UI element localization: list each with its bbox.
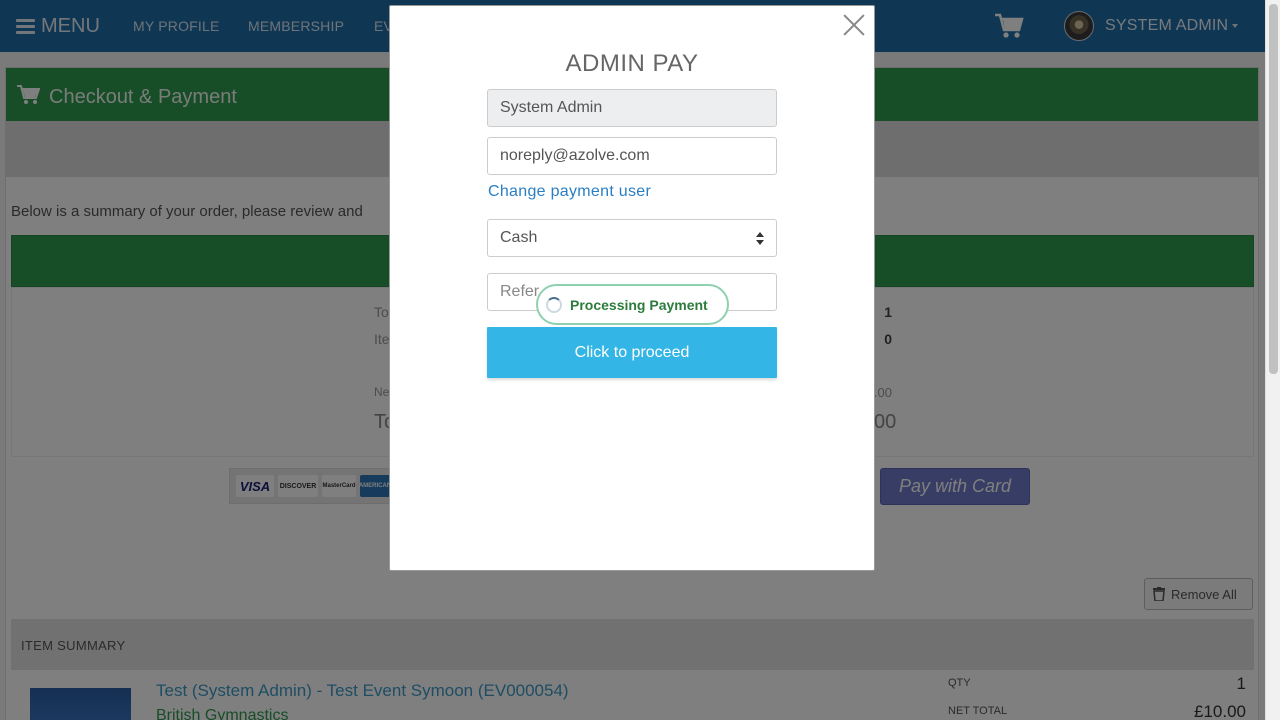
admin-pay-modal: ADMIN PAY System Admin noreply@azolve.co… [389, 5, 875, 571]
proceed-button[interactable]: Click to proceed [487, 327, 777, 378]
payer-email-value: noreply@azolve.com [500, 147, 650, 164]
payment-method-value: Cash [500, 229, 538, 246]
close-icon[interactable] [842, 13, 866, 37]
payment-method-select[interactable]: Cash [487, 219, 777, 257]
reference-placeholder: Refer [500, 283, 540, 300]
payer-name-value: System Admin [500, 99, 603, 116]
change-payment-user-link[interactable]: Change payment user [488, 183, 651, 201]
page-scrollbar[interactable] [1265, 0, 1280, 720]
modal-title: ADMIN PAY [565, 50, 699, 77]
payer-email-field[interactable]: noreply@azolve.com [487, 137, 777, 175]
scrollbar-thumb[interactable] [1269, 4, 1278, 374]
processing-label: Processing Payment [570, 296, 708, 313]
payer-name-field: System Admin [487, 89, 777, 127]
processing-toast: Processing Payment [536, 284, 729, 325]
select-arrows-icon [756, 232, 764, 246]
spinner-icon [546, 296, 562, 313]
